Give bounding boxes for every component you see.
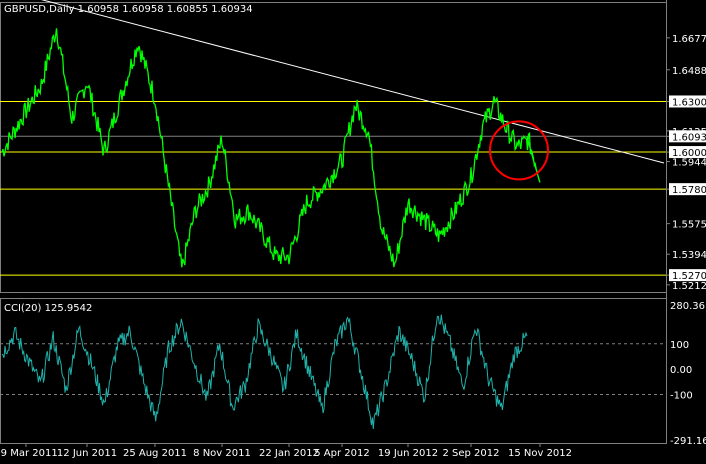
price-tick-label: 1.63000 bbox=[672, 97, 706, 108]
price-tick-label: 1.66775 bbox=[672, 34, 706, 45]
cci-series-line bbox=[1, 314, 528, 430]
cci-pane: 280.3617 100 0.00 -100 -291.1658 bbox=[0, 298, 706, 447]
price-tick-label: 1.52125 bbox=[672, 281, 706, 292]
cci-tick-label: 280.3617 bbox=[670, 301, 706, 312]
x-tick-label: 2 Sep 2012 bbox=[442, 448, 499, 459]
price-pane-frame bbox=[0, 2, 667, 293]
trendline bbox=[40, 0, 665, 164]
cci-header: CCI(20) 125.9542 bbox=[4, 303, 92, 314]
price-tick-label: 1.53940 bbox=[672, 250, 706, 261]
price-series-line bbox=[1, 28, 541, 268]
cci-tick-label: 100 bbox=[670, 340, 689, 351]
x-tick-label: 29 Mar 2011 bbox=[0, 448, 58, 459]
price-tick-label: 1.59440 bbox=[672, 158, 706, 169]
x-tick-label: 12 Jun 2011 bbox=[57, 448, 117, 459]
x-tick-label: 15 Nov 2012 bbox=[508, 448, 572, 459]
x-tick-label: 8 Nov 2011 bbox=[193, 448, 251, 459]
price-tick-label: 1.57800 bbox=[672, 185, 706, 196]
price-pane: 1.667751.648801.630001.612551.609341.600… bbox=[0, 0, 706, 293]
x-tick-label: 19 Jun 2012 bbox=[378, 448, 438, 459]
cci-tick-label: -100 bbox=[670, 391, 693, 402]
x-axis: 29 Mar 2011 12 Jun 2011 25 Aug 2011 8 Nov 2… bbox=[0, 443, 572, 459]
x-tick-label: 5 Apr 2012 bbox=[314, 448, 369, 459]
cci-tick-label: 0.00 bbox=[670, 365, 692, 376]
price-header: GBPUSD,Daily 1.60958 1.60958 1.60855 1.6… bbox=[4, 4, 253, 15]
x-tick-label: 22 Jan 2012 bbox=[259, 448, 319, 459]
price-tick-label: 1.55755 bbox=[672, 220, 706, 231]
price-tick-label: 1.60934 bbox=[672, 132, 706, 143]
cci-tick-label: -291.1658 bbox=[670, 436, 706, 447]
cci-pane-frame bbox=[0, 298, 667, 444]
x-tick-label: 25 Aug 2011 bbox=[123, 448, 187, 459]
chart-root: 1.667751.648801.630001.612551.609341.600… bbox=[0, 0, 706, 459]
highlight-circle bbox=[489, 120, 549, 181]
price-tick-label: 1.64880 bbox=[672, 66, 706, 77]
